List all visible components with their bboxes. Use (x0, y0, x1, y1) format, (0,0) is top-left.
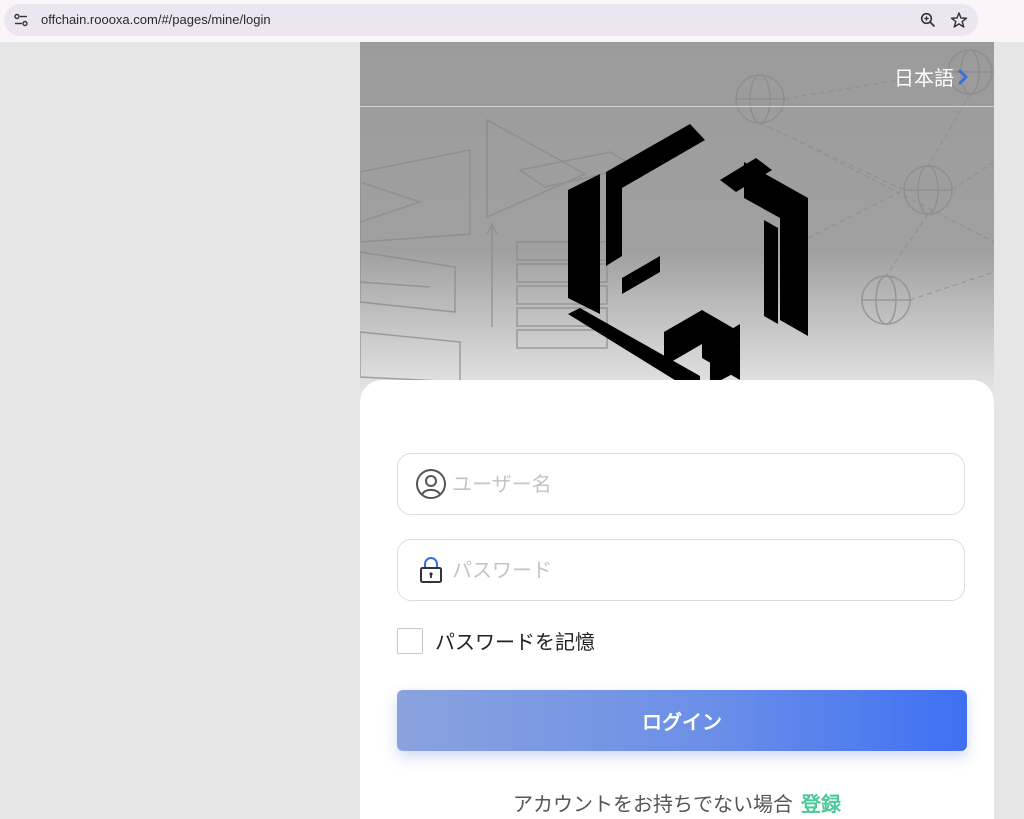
address-bar[interactable]: offchain.roooxa.com/#/pages/mine/login (4, 4, 978, 36)
username-input[interactable] (452, 454, 952, 514)
remember-password-label[interactable]: パスワードを記憶 (435, 626, 595, 655)
login-button[interactable]: ログイン (397, 690, 967, 751)
language-label: 日本語 (894, 66, 954, 90)
site-settings-icon[interactable] (14, 13, 28, 27)
register-link[interactable]: 登録 (801, 792, 841, 816)
password-field[interactable] (397, 539, 965, 601)
remember-password-row[interactable]: パスワードを記憶 (397, 626, 595, 655)
browser-toolbar: offchain.roooxa.com/#/pages/mine/login (0, 0, 1024, 42)
hero-banner: 日本語 (360, 42, 994, 422)
signup-prompt: アカウントをお持ちでない場合 登録 (360, 788, 994, 817)
url-text[interactable]: offchain.roooxa.com/#/pages/mine/login (41, 12, 271, 28)
chevron-right-icon (958, 69, 968, 84)
header-divider (360, 106, 994, 107)
username-field[interactable] (397, 453, 965, 515)
language-switcher[interactable]: 日本語 (894, 62, 970, 91)
user-icon (416, 469, 446, 499)
bookmark-star-icon[interactable] (950, 11, 968, 29)
no-account-text: アカウントをお持ちでない場合 (513, 792, 793, 816)
lock-icon (420, 557, 442, 583)
remember-password-checkbox[interactable] (397, 627, 423, 654)
password-input[interactable] (452, 540, 952, 600)
login-page: 日本語 パスワードを記憶 ログイン アカウントをお持ちでない場合登録 (360, 42, 994, 819)
hero-background-illustration (360, 49, 994, 394)
zoom-icon[interactable] (920, 12, 936, 28)
brand-logo (568, 124, 808, 394)
